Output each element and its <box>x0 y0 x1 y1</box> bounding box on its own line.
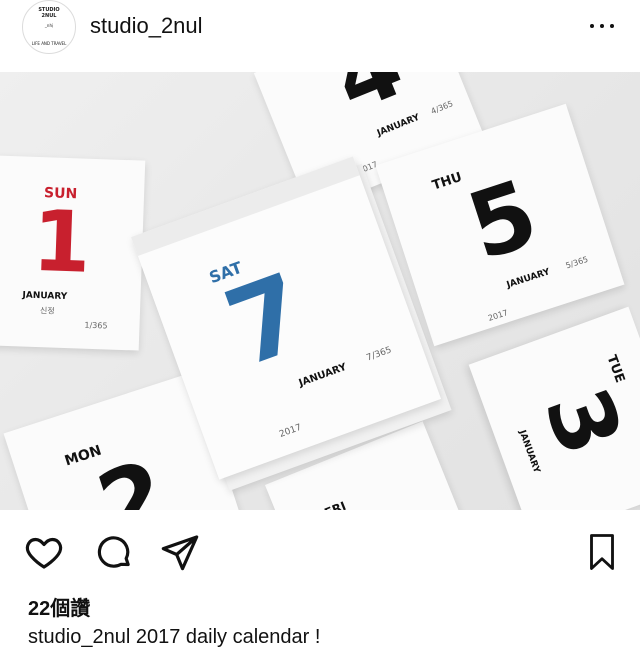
likes-count[interactable]: 22個讚 <box>28 592 90 621</box>
bookmark-icon[interactable] <box>584 532 620 572</box>
comment-icon[interactable] <box>94 532 134 572</box>
card-tue-number: 3 <box>524 375 640 468</box>
more-options-icon[interactable] <box>587 13 617 37</box>
profile-avatar[interactable]: STUDIO 2NUL _nhị LIFE AND TRAVEL <box>22 0 76 54</box>
card-sun-number: 1 <box>30 191 93 292</box>
avatar-logo-line-3: _nhị <box>44 23 54 28</box>
card-4-count: 4/365 <box>429 99 455 117</box>
card-sat-count: 7/365 <box>365 345 393 364</box>
post-header: STUDIO 2NUL _nhị LIFE AND TRAVEL studio_… <box>0 0 640 72</box>
card-thu-number: 5 <box>455 159 550 282</box>
card-mon-number: 2 <box>85 439 180 510</box>
card-sat-number: 7 <box>210 249 323 391</box>
username-link[interactable]: studio_2nul <box>90 13 203 39</box>
card-fri-day: FRI <box>322 498 348 510</box>
card-sun-count: 1/365 <box>84 320 108 331</box>
card-thu-count: 5/365 <box>564 254 590 271</box>
heart-icon[interactable] <box>24 532 64 572</box>
post-caption: studio_2nul 2017 daily calendar ! <box>28 626 321 648</box>
card-sun-month: JANUARY <box>22 290 68 303</box>
card-sat-year: 2017 <box>278 422 304 440</box>
calendar-binding-strip <box>131 156 360 256</box>
avatar-logo-line-2: 2NUL <box>41 13 57 19</box>
card-thu-year: 2017 <box>486 308 510 323</box>
post-actions-bar <box>0 510 640 590</box>
calendar-card-tue-3: TUE 3 JANUARY <box>468 306 640 510</box>
post-photo[interactable]: 4 JANUARY 4/365 2017 SUN 1 JANUARY 신정 1/… <box>0 72 640 510</box>
calendar-card-sun-1: SUN 1 JANUARY 신정 1/365 <box>0 155 146 351</box>
card-sun-holiday: 신정 <box>39 306 55 316</box>
avatar-logo-line-4: LIFE AND TRAVEL <box>31 41 67 46</box>
share-icon[interactable] <box>160 532 200 572</box>
